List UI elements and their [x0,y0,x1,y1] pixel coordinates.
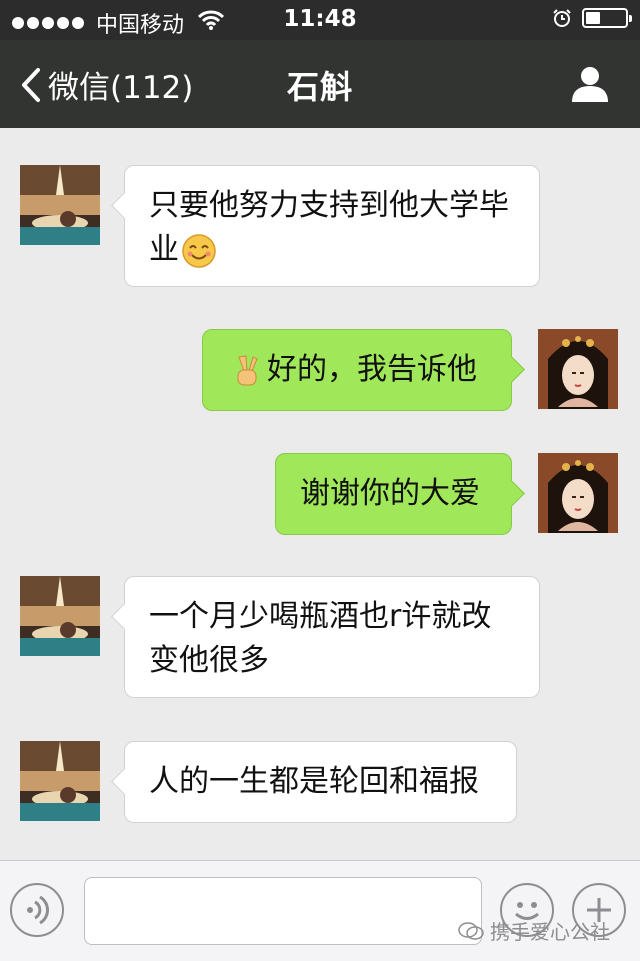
voice-icon [27,895,50,925]
status-bar: 中国移动 11:48 [0,0,640,40]
contact-avatar[interactable] [20,741,100,821]
message-incoming: 人的一生都是轮回和福报 [0,733,640,833]
message-list: 只要他努力支持到他大学毕业 好的，我告诉他 谢谢你的大爱 一个月少喝瓶酒也r许就… [0,128,640,856]
message-bubble: 谢谢你的大爱 [275,453,525,535]
wechat-icon [458,921,484,940]
nav-bar: 微信(112) 石斛 [0,40,640,128]
status-right [552,8,632,28]
victory-hand-emoji [237,354,258,385]
message-text: 好的，我告诉他 [267,352,477,387]
alarm-icon [553,9,571,27]
watermark-text: 携手爱心公社 [490,920,610,944]
watermark: 携手爱心公社 [458,916,610,945]
message-bubble: 人的一生都是轮回和福报 [111,741,517,823]
message-bubble: 好的，我告诉他 [202,329,525,411]
battery-icon [582,8,632,28]
message-incoming: 一个月少喝瓶酒也r许就改变他很多 [0,568,640,708]
contact-avatar[interactable] [20,576,100,656]
contact-avatar[interactable] [20,165,100,245]
voice-button[interactable] [10,883,64,937]
message-text: 一个月少喝瓶酒也r许就改变他很多 [149,599,492,678]
message-incoming: 只要他努力支持到他大学毕业 [0,128,640,288]
user-avatar[interactable] [538,453,618,533]
message-outgoing: 谢谢你的大爱 [0,446,640,546]
user-avatar[interactable] [538,329,618,409]
message-bubble: 只要他努力支持到他大学毕业 [111,165,540,287]
message-input[interactable] [84,877,482,945]
status-time: 11:48 [283,6,357,32]
message-outgoing: 好的，我告诉他 [0,323,640,423]
message-text: 谢谢你的大爱 [300,476,480,511]
message-text: 人的一生都是轮回和福报 [149,764,479,799]
input-bar [0,860,640,961]
message-bubble: 一个月少喝瓶酒也r许就改变他很多 [111,576,540,698]
page-title: 石斛 [286,68,353,106]
profile-icon[interactable] [570,64,610,104]
smiling-face-emoji [182,233,216,268]
